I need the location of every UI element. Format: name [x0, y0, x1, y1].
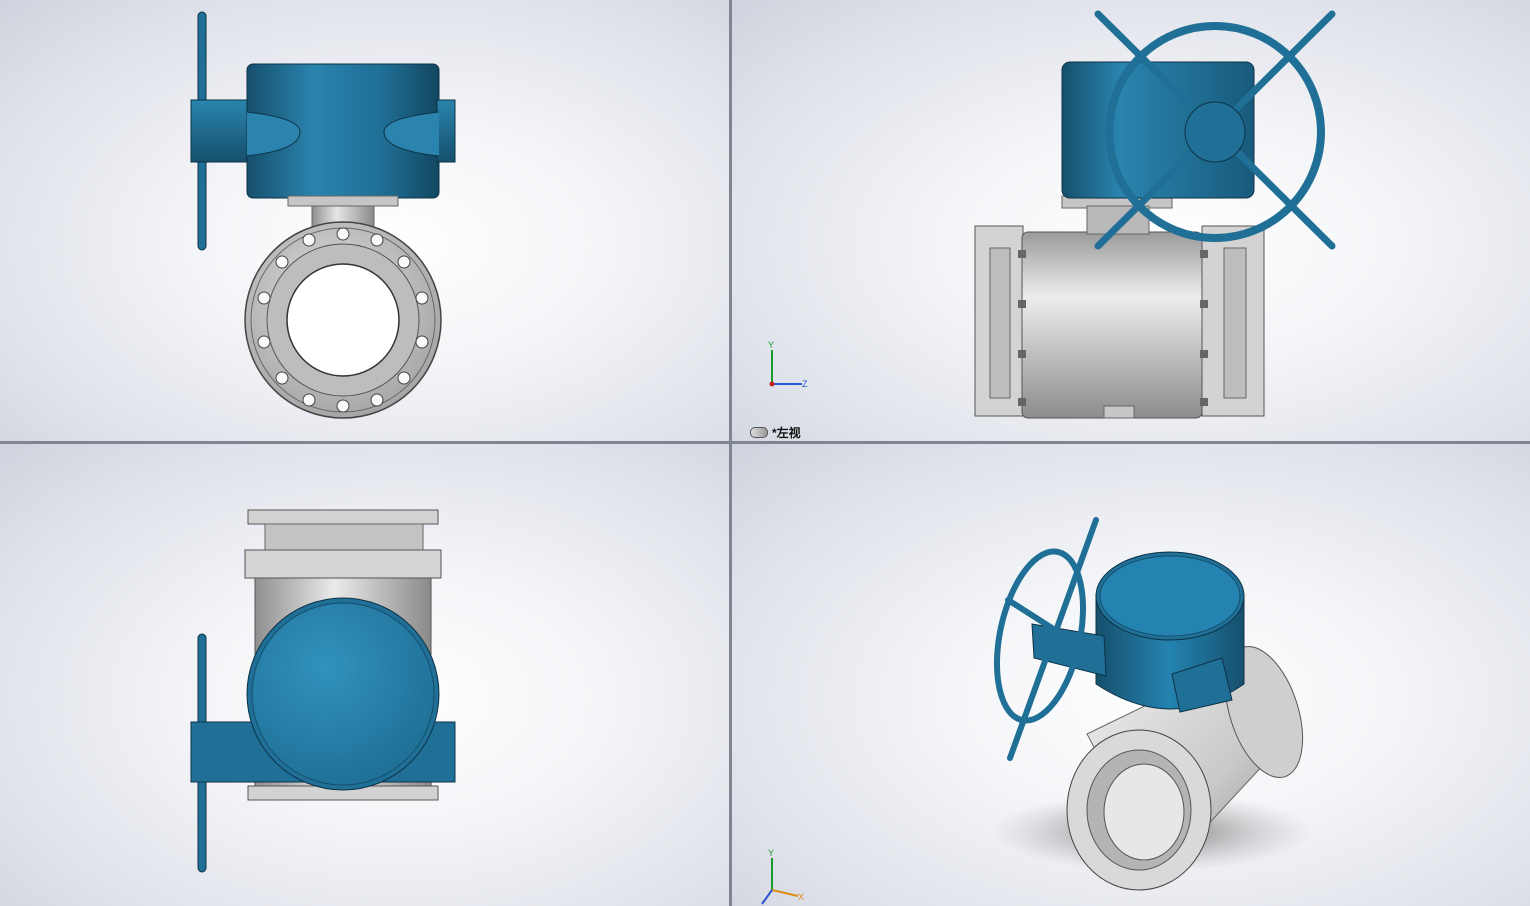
top-view-model: [190, 509, 456, 873]
viewport-divider-vertical[interactable]: [729, 0, 732, 906]
view-orientation-label[interactable]: *左视: [750, 424, 801, 441]
coordinate-triad-iso: [761, 858, 799, 905]
viewport-isometric[interactable]: Y X: [732, 444, 1530, 906]
viewport-divider-horizontal[interactable]: [0, 441, 1530, 444]
triad-x-label-iso: X: [798, 892, 804, 902]
coordinate-triad: [769, 350, 802, 387]
viewport-front[interactable]: [0, 0, 729, 441]
viewport-top[interactable]: [0, 444, 729, 906]
viewport-left[interactable]: Y Z *左视: [732, 0, 1530, 441]
viewport-grid: Y Z *左视 Y X: [0, 0, 1530, 906]
triad-y-label-iso: Y: [768, 848, 774, 858]
front-view-model: [190, 11, 456, 419]
isometric-view-model: Y X: [761, 517, 1312, 905]
triad-z-label: Z: [802, 379, 808, 389]
view-orientation-text: *左视: [772, 426, 801, 440]
triad-y-label: Y: [768, 340, 774, 350]
left-view-model: Y Z: [768, 10, 1336, 419]
link-views-icon[interactable]: [750, 427, 768, 438]
